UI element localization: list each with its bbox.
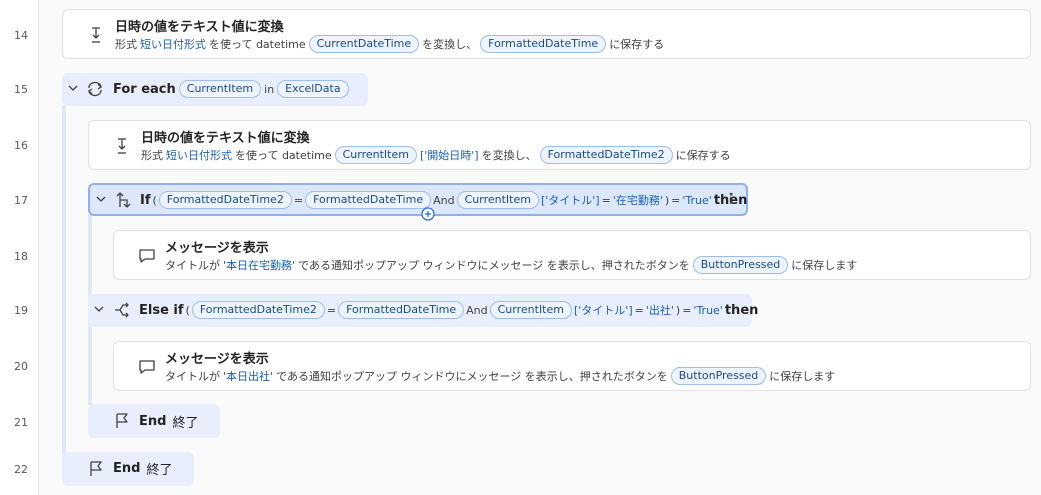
variable-pill[interactable]: ExcelData [277, 80, 349, 98]
end-if-block[interactable]: End 終了 [88, 404, 220, 438]
variable-pill[interactable]: CurrentItem [456, 191, 539, 209]
line-number: 17 [14, 194, 28, 207]
format-value: 短い日付形式 [166, 149, 232, 162]
end-keyword: End [113, 461, 141, 476]
string-literal: '本日在宅勤務' [223, 259, 296, 272]
action-title: 日時の値をテキスト値に変換 [115, 20, 284, 35]
line-number: 16 [14, 139, 28, 152]
format-value: 短い日付形式 [140, 38, 206, 51]
index-expression: ['開始日時'] [419, 149, 479, 162]
line-number: 21 [14, 416, 28, 429]
action-title: メッセージを表示 [165, 241, 269, 256]
line-number-gutter: 14 15 16 17 18 19 20 21 22 [0, 0, 39, 495]
variable-pill[interactable]: FormattedDateTime2 [191, 301, 325, 319]
if-branch-icon [116, 192, 131, 208]
end-flag-icon [90, 461, 102, 476]
boolean-literal: 'True' [693, 303, 723, 317]
variable-pill[interactable]: CurrentDateTime [308, 35, 420, 53]
loop-icon [87, 81, 103, 97]
chevron-down-icon[interactable] [94, 306, 104, 314]
then-keyword: then [724, 302, 759, 318]
index-expression: ['タイトル'] [540, 194, 600, 207]
chevron-down-icon[interactable] [68, 85, 78, 93]
boolean-literal: 'True' [682, 193, 712, 207]
action-description: 形式 短い日付形式 を使って datetime CurrentItem ['開始日… [141, 146, 731, 164]
variable-pill[interactable]: FormattedDateTime [338, 301, 465, 319]
variable-pill[interactable]: CurrentItem [489, 301, 572, 319]
for-each-keyword: For each [113, 81, 176, 97]
end-loop-block[interactable]: End 終了 [62, 452, 194, 486]
else-if-block[interactable]: Else if ( FormattedDateTime2 = Formatted… [88, 294, 758, 327]
action-description: タイトルが '本日在宅勤務' である通知ポップアップ ウィンドウにメッセージ を… [165, 256, 858, 274]
flow-designer-canvas: 日時の値をテキスト値に変換 形式 短い日付形式 を使って datetime Cu… [39, 0, 1041, 495]
end-flag-icon [116, 413, 128, 428]
end-label: 終了 [172, 416, 199, 431]
line-number: 14 [14, 29, 28, 42]
variable-pill[interactable]: ButtonPressed [670, 367, 767, 385]
variable-pill[interactable]: FormattedDateTime2 [539, 146, 673, 164]
variable-pill[interactable]: ButtonPressed [692, 256, 789, 274]
if-block[interactable]: If ( FormattedDateTime2 = FormattedDateT… [88, 183, 748, 221]
loop-nesting-line [62, 105, 66, 457]
convert-datetime-icon [118, 138, 126, 154]
message-icon [139, 360, 155, 374]
line-number: 22 [14, 463, 28, 476]
convert-datetime-icon [92, 27, 100, 43]
variable-pill[interactable]: CurrentItem [178, 80, 262, 98]
if-keyword: If [140, 192, 151, 208]
string-literal: '出社' [645, 304, 674, 317]
action-display-message-18[interactable]: メッセージを表示 タイトルが '本日在宅勤務' である通知ポップアップ ウィンド… [113, 230, 1031, 280]
for-each-block[interactable]: For each CurrentItem in ExcelData [62, 73, 368, 106]
else-if-keyword: Else if [139, 302, 184, 318]
action-description: タイトルが '本日出社' である通知ポップアップ ウィンドウにメッセージ を表示… [165, 367, 836, 385]
line-number: 19 [14, 304, 28, 317]
more-options-icon[interactable]: ⋮ [724, 191, 738, 207]
string-literal: '本日出社' [223, 370, 274, 383]
add-action-icon[interactable] [421, 207, 435, 221]
action-convert-datetime-16[interactable]: 日時の値をテキスト値に変換 形式 短い日付形式 を使って datetime Cu… [88, 120, 1031, 170]
line-number: 18 [14, 250, 28, 263]
action-convert-datetime-14[interactable]: 日時の値をテキスト値に変換 形式 短い日付形式 を使って datetime Cu… [62, 9, 1031, 59]
chevron-down-icon[interactable] [96, 196, 106, 204]
action-title: メッセージを表示 [165, 352, 269, 367]
end-label: 終了 [146, 463, 173, 478]
else-if-icon [115, 302, 129, 318]
string-literal: '在宅勤務' [612, 194, 663, 207]
action-display-message-20[interactable]: メッセージを表示 タイトルが '本日出社' である通知ポップアップ ウィンドウに… [113, 341, 1031, 391]
message-icon [139, 249, 155, 263]
line-number: 15 [14, 83, 28, 96]
variable-pill[interactable]: FormattedDateTime [480, 35, 607, 53]
line-number: 20 [14, 360, 28, 373]
end-keyword: End [139, 414, 167, 429]
variable-pill[interactable]: CurrentItem [334, 146, 417, 164]
action-title: 日時の値をテキスト値に変換 [141, 131, 310, 146]
variable-pill[interactable]: FormattedDateTime [305, 191, 432, 209]
action-description: 形式 短い日付形式 を使って datetime CurrentDateTime … [115, 35, 665, 53]
index-expression: ['タイトル'] [573, 304, 633, 317]
variable-pill[interactable]: FormattedDateTime2 [158, 191, 292, 209]
